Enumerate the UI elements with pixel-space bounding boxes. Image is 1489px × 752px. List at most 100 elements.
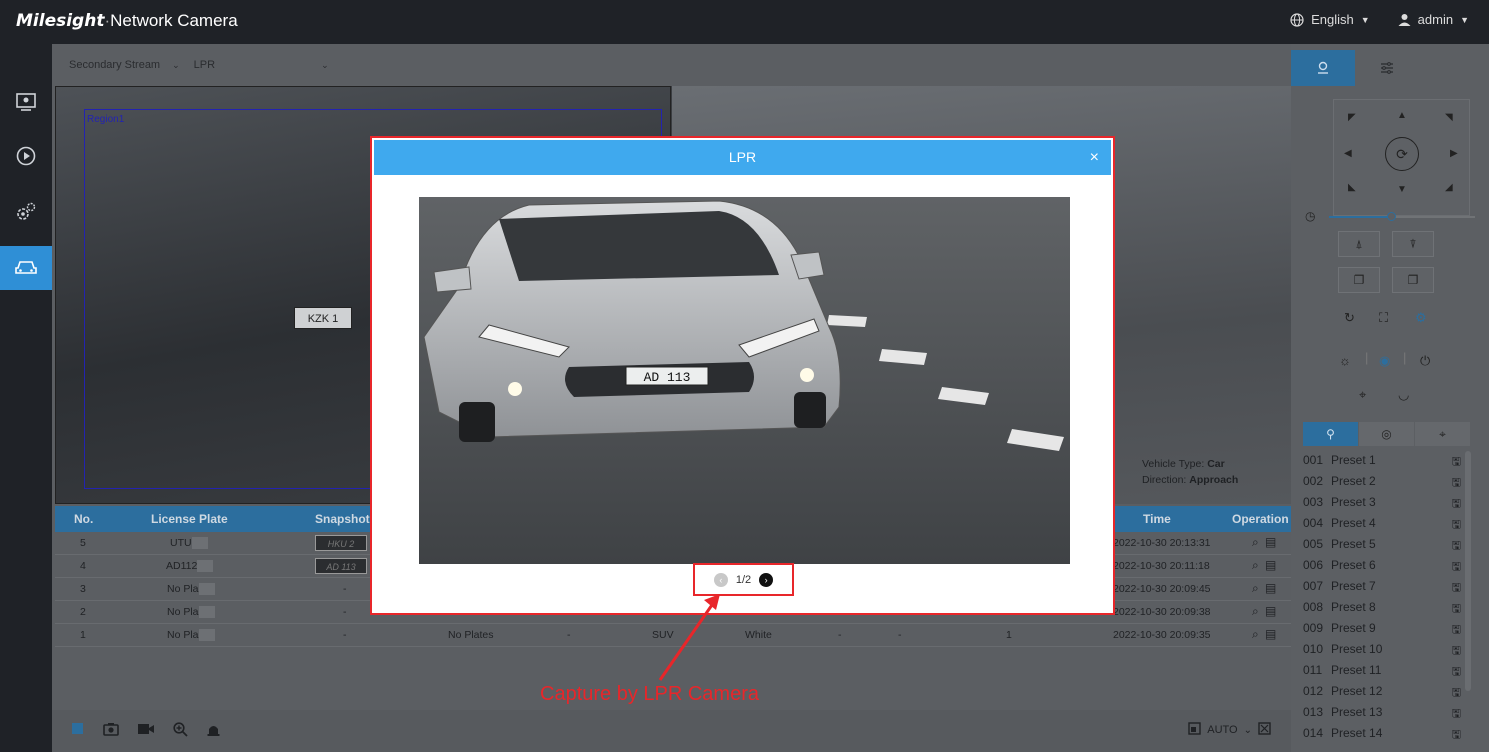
rotate-icon[interactable]: ↻ [1344,310,1355,326]
cell-snapshot: - [343,629,347,641]
tab-presets[interactable]: ⚲ [1303,422,1358,446]
user-icon [1398,14,1411,26]
zoom-in-icon[interactable] [173,722,188,742]
region-label: Region1 [87,114,125,125]
detail-icon[interactable]: ▤ [1265,535,1276,549]
plate-text: No Pla [167,606,199,618]
tab-ptz[interactable] [1291,50,1355,86]
tab-image-settings[interactable] [1355,50,1419,86]
lpr-modal: LPR × AD 113 ‹ 1/2 › [370,136,1115,615]
search-icon[interactable]: ⌕ [1252,627,1259,642]
arrow-down-left-icon[interactable]: ◣ [1348,182,1356,193]
list-item[interactable]: 001 Preset 1 🖫 [1303,449,1461,470]
search-icon[interactable]: ⌕ [1252,535,1259,550]
detail-icon[interactable]: ▤ [1265,558,1276,572]
list-item[interactable]: 009 Preset 9 🖫 [1303,617,1461,638]
list-item[interactable]: 014 Preset 14 🖫 [1303,722,1461,743]
arrow-left-icon[interactable]: ◀ [1344,148,1352,159]
list-item[interactable]: 007 Preset 7 🖫 [1303,575,1461,596]
pattern-icon: ⌖ [1439,426,1446,441]
ptz-reset-icon[interactable]: ⟳ [1385,137,1419,171]
stream-bar: Secondary Stream ⌄ LPR ⌄ [52,44,1291,86]
preset-number: 003 [1303,494,1324,509]
tab-patrol[interactable]: ◎ [1359,422,1414,446]
next-icon[interactable]: › [759,572,774,587]
chevron-down-icon: ⌄ [172,59,180,70]
language-label: English [1311,12,1354,27]
tab-pattern[interactable]: ⌖ [1415,422,1470,446]
detail-icon[interactable]: ▤ [1265,581,1276,595]
list-item[interactable]: 006 Preset 6 🖫 [1303,554,1461,575]
arrow-down-icon[interactable]: ▼ [1397,184,1407,195]
gear-icon[interactable]: ⚙ [1415,310,1427,326]
table-row[interactable]: 1 No Pla - No Plates - SUV White - - 1 2… [55,624,1291,647]
list-item[interactable]: 002 Preset 2 🖫 [1303,470,1461,491]
search-icon[interactable]: ⌕ [1252,604,1259,619]
focus-near-button[interactable]: ❐ [1338,267,1380,293]
arrow-up-icon[interactable]: ▲ [1397,110,1407,121]
brand: Milesight·Network Camera [16,11,238,31]
prev-icon[interactable]: ‹ [713,572,728,587]
detail-icon[interactable]: ▤ [1265,604,1276,618]
list-item[interactable]: 003 Preset 3 🖫 [1303,491,1461,512]
preset-name: Preset 10 [1331,641,1383,656]
aspect-icon[interactable] [1188,722,1201,738]
list-item[interactable]: 010 Preset 10 🖫 [1303,638,1461,659]
light-icon[interactable]: ☼ [1339,353,1351,368]
arrow-up-right-icon[interactable]: ◥ [1445,112,1453,123]
list-item[interactable]: 008 Preset 8 🖫 [1303,596,1461,617]
zoom-in-button[interactable]: ⍋ [1338,231,1380,257]
preset-name: Preset 1 [1331,452,1376,467]
direction-label: Direction: [1142,474,1187,486]
3d-positioning-icon[interactable]: ◉ [1379,353,1390,369]
record-icon[interactable] [137,722,155,742]
area-zoom-icon[interactable]: ⛶ [1379,310,1388,326]
mode-selector[interactable]: LPR ⌄ [194,59,329,71]
focus-far-button[interactable]: ❐ [1392,267,1434,293]
list-item[interactable]: 004 Preset 4 🖫 [1303,512,1461,533]
list-item[interactable]: 012 Preset 12 🖫 [1303,680,1461,701]
nav-live-view[interactable] [0,80,52,124]
cell-no: 3 [80,583,86,595]
ptz-panel: ◤ ▲ ◥ ◀ ⟳ ▶ ◣ ▼ ◢ ◷ ⍋ ⍒ ❐ ❐ ↻ ⛶ ⚙ ☼ | ◉ … [1291,44,1489,752]
arrow-right-icon[interactable]: ▶ [1450,148,1458,159]
lpr-snapshot: AD 113 [419,197,1070,564]
fullscreen-icon[interactable] [1258,722,1271,738]
stop-icon[interactable] [71,722,85,742]
list-item[interactable]: 013 Preset 13 🖫 [1303,701,1461,722]
snapshot-camera-icon[interactable] [103,722,119,742]
language-selector[interactable]: English ▼ [1290,12,1370,27]
cell-no: 1 [80,629,86,641]
location-icon[interactable]: ⌖ [1359,387,1366,403]
list-item[interactable]: 005 Preset 5 🖫 [1303,533,1461,554]
nav-vehicle[interactable] [0,246,52,290]
zoom-out-button[interactable]: ⍒ [1392,231,1434,257]
list-item[interactable]: 011 Preset 11 🖫 [1303,659,1461,680]
preset-scrollbar[interactable] [1465,451,1471,691]
cell-plate: No Pla [167,583,215,596]
search-icon[interactable]: ⌕ [1252,558,1259,573]
annotation-text: Capture by LPR Camera [540,683,759,705]
chevron-down-icon[interactable]: ⌄ [1244,725,1252,736]
arrow-up-left-icon[interactable]: ◤ [1348,112,1356,123]
cell-plate-type: No Plates [448,629,494,641]
ptz-speed-slider[interactable]: ◷ [1305,209,1475,224]
cell-snapshot[interactable]: AD 113 [315,558,367,574]
cell-snapshot[interactable]: HKU 2 [315,535,367,551]
detail-icon[interactable]: ▤ [1265,627,1276,641]
cell-count: 1 [1006,629,1012,641]
nav-playback[interactable] [0,134,52,178]
save-icon[interactable]: 🖫 [1452,726,1461,745]
nav-settings[interactable] [0,190,52,234]
close-icon[interactable]: × [1090,140,1099,175]
search-icon[interactable]: ⌕ [1252,581,1259,596]
power-icon[interactable]: ⏻ [1420,353,1430,369]
wiper-icon[interactable]: ◡ [1398,387,1409,403]
user-menu[interactable]: admin ▼ [1398,12,1469,27]
stream-selector[interactable]: Secondary Stream ⌄ [69,59,180,71]
alarm-icon[interactable] [206,722,221,742]
arrow-down-right-icon[interactable]: ◢ [1445,182,1453,193]
slider-knob[interactable] [1387,212,1396,221]
preset-name: Preset 11 [1331,662,1382,677]
zoom-mode-label[interactable]: AUTO [1207,724,1237,736]
